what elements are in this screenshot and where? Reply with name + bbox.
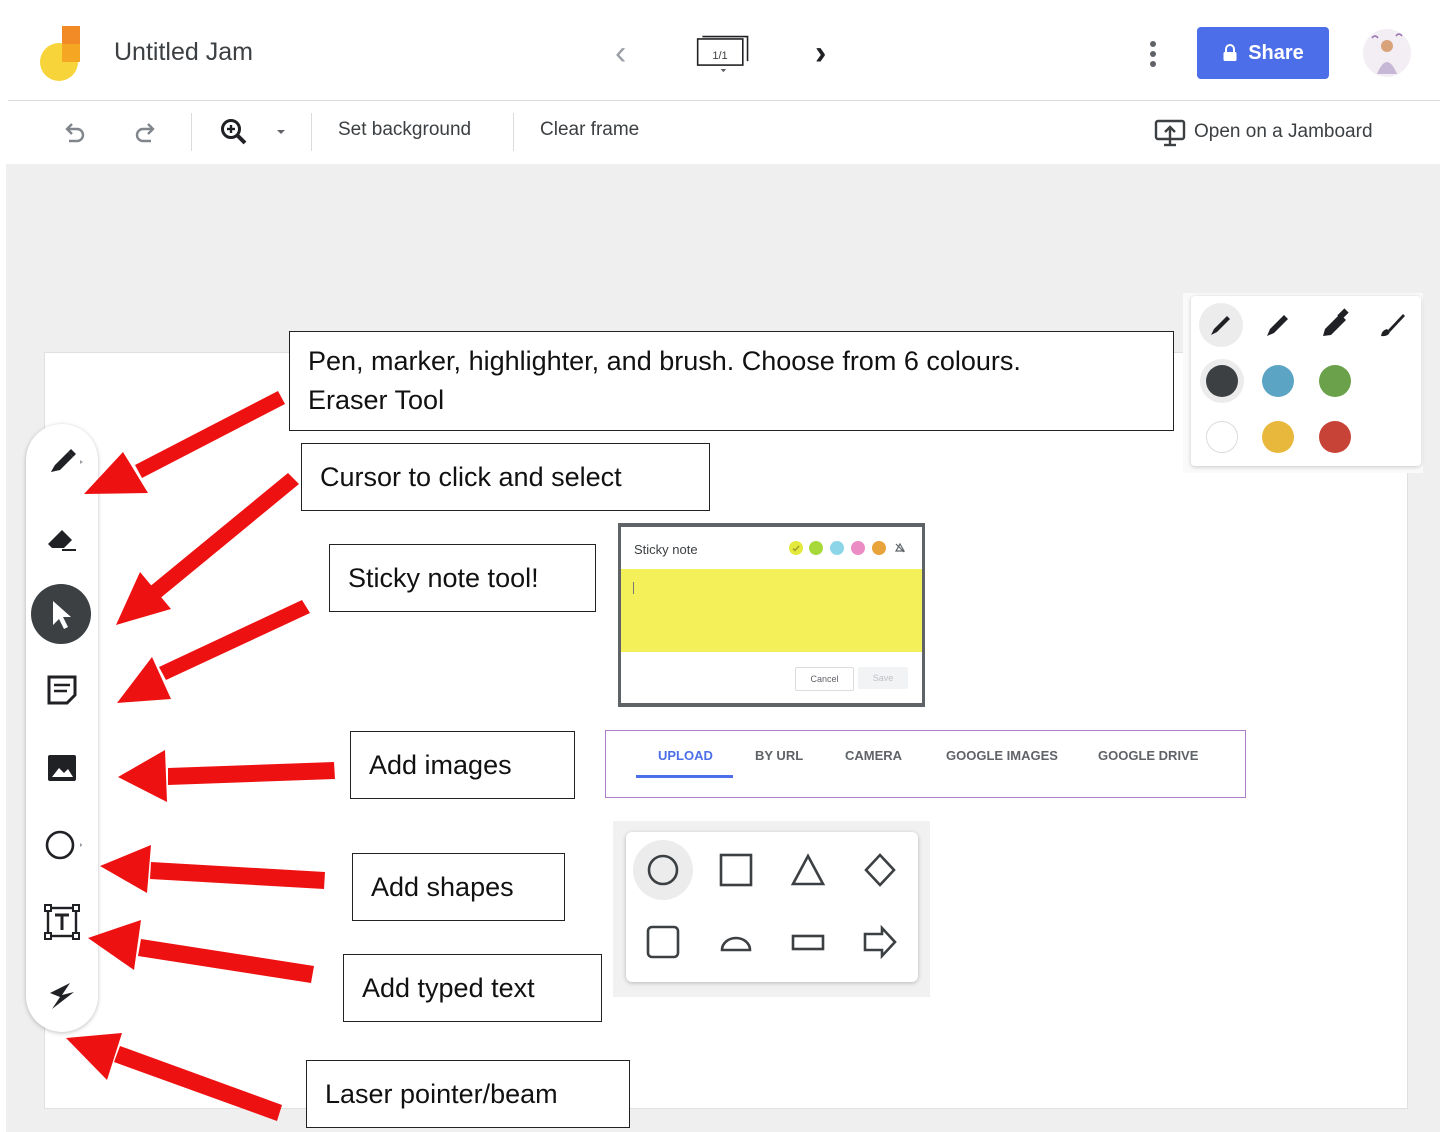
tab-camera[interactable]: CAMERA	[845, 748, 902, 763]
cast-to-jamboard-icon[interactable]	[1154, 119, 1186, 147]
text-caret	[633, 582, 634, 594]
callout-sticky-note: Sticky note tool!	[329, 544, 596, 612]
tab-upload[interactable]: UPLOAD	[658, 748, 713, 763]
tab-by-url[interactable]: BY URL	[755, 748, 803, 763]
select-cursor-icon[interactable]	[31, 584, 91, 644]
triangle-shape-icon[interactable]	[788, 850, 828, 890]
circle-shape-tool-icon[interactable]	[42, 826, 82, 866]
sticky-color-pink[interactable]	[851, 541, 865, 555]
callout-cursor: Cursor to click and select	[301, 443, 710, 511]
callout-pen-line1: Pen, marker, highlighter, and brush. Cho…	[308, 346, 1021, 376]
check-icon	[792, 545, 800, 552]
open-on-jamboard-button[interactable]: Open on a Jamboard	[1194, 121, 1373, 143]
semicircle-shape-icon[interactable]	[716, 922, 756, 962]
image-tool-icon[interactable]	[42, 748, 82, 788]
clear-frame-button[interactable]: Clear frame	[540, 119, 639, 141]
rounded-square-shape-icon[interactable]	[643, 922, 683, 962]
highlighter-icon[interactable]	[1318, 306, 1352, 340]
sticky-color-blue[interactable]	[830, 541, 844, 555]
previous-frame-button[interactable]: ‹	[615, 36, 626, 70]
callout-pen-line2: Eraser Tool	[308, 385, 445, 415]
zoom-in-icon[interactable]	[219, 117, 249, 147]
callout-images: Add images	[350, 731, 575, 799]
arrow-shape-icon[interactable]	[860, 922, 900, 962]
square-shape-icon[interactable]	[716, 850, 756, 890]
sticky-note-title: Sticky note	[634, 542, 698, 557]
add-image-tabs-panel	[605, 730, 1246, 798]
marker-icon[interactable]	[1262, 308, 1294, 340]
sticky-color-orange[interactable]	[872, 541, 886, 555]
color-swatch-dark[interactable]	[1206, 365, 1238, 397]
circle-shape-icon[interactable]	[633, 840, 693, 900]
color-swatch-blue[interactable]	[1262, 365, 1294, 397]
sticky-cancel-button[interactable]: Cancel	[795, 667, 854, 691]
undo-icon[interactable]	[60, 119, 88, 147]
brush-icon[interactable]	[1376, 308, 1408, 340]
more-vert-icon[interactable]	[1148, 40, 1158, 68]
share-button[interactable]: Share	[1197, 27, 1329, 79]
set-background-button[interactable]: Set background	[338, 119, 471, 141]
chevron-down-icon[interactable]	[276, 129, 286, 135]
avatar[interactable]	[1362, 28, 1412, 78]
sticky-save-button[interactable]: Save	[858, 667, 908, 689]
redo-icon[interactable]	[132, 119, 160, 147]
toolbar-divider	[191, 113, 192, 151]
color-swatch-yellow[interactable]	[1262, 421, 1294, 453]
toolbar-divider	[513, 113, 514, 151]
frame-counter: 1/1	[712, 50, 728, 62]
callout-laser: Laser pointer/beam	[306, 1060, 630, 1128]
color-swatch-green[interactable]	[1319, 365, 1351, 397]
tab-google-drive[interactable]: GOOGLE DRIVE	[1098, 748, 1198, 763]
callout-pen-tools: Pen, marker, highlighter, and brush. Cho…	[289, 331, 1174, 431]
next-frame-button[interactable]: ›	[815, 36, 826, 70]
sticky-note-text-area[interactable]	[621, 569, 922, 652]
eraser-tool-icon[interactable]	[42, 518, 82, 558]
no-color-icon[interactable]	[894, 542, 906, 554]
sticky-note-tool-icon[interactable]	[42, 670, 82, 710]
rectangle-shape-icon[interactable]	[788, 922, 828, 962]
lock-icon	[1223, 44, 1237, 61]
toolbar-divider	[311, 113, 312, 151]
callout-shapes: Add shapes	[352, 853, 565, 921]
sticky-color-green[interactable]	[809, 541, 823, 555]
tab-google-images[interactable]: GOOGLE IMAGES	[946, 748, 1058, 763]
laser-pointer-tool-icon[interactable]	[42, 976, 82, 1016]
color-swatch-red[interactable]	[1319, 421, 1351, 453]
pen-icon[interactable]	[1198, 302, 1244, 348]
color-swatch-white[interactable]	[1206, 421, 1238, 453]
active-tab-indicator	[636, 775, 733, 778]
app-title[interactable]: Untitled Jam	[114, 38, 253, 67]
pen-tool-icon[interactable]	[44, 442, 84, 482]
diamond-shape-icon[interactable]	[860, 850, 900, 890]
share-label: Share	[1248, 41, 1304, 64]
text-box-tool-icon[interactable]	[42, 902, 82, 942]
callout-text: Add typed text	[343, 954, 602, 1022]
jamboard-logo	[40, 26, 80, 81]
